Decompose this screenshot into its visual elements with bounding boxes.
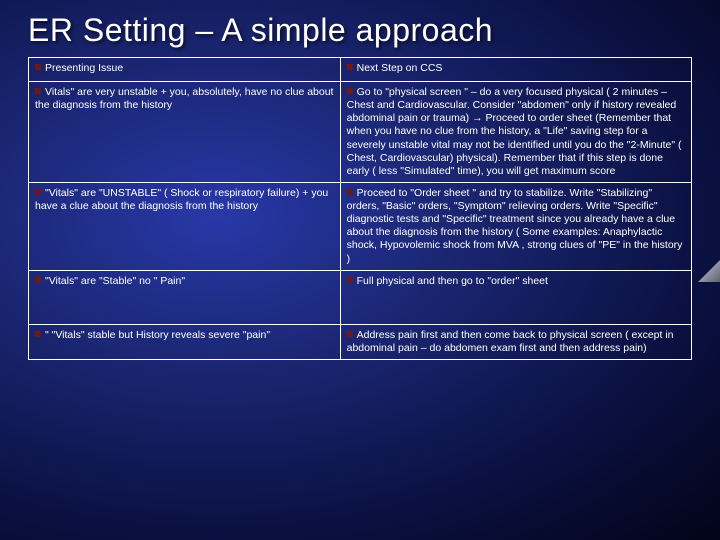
- cell-issue: "Vitals" are "UNSTABLE" ( Shock or respi…: [35, 187, 328, 212]
- header-presenting-issue: Presenting Issue: [29, 58, 341, 82]
- bullet-icon: [347, 64, 353, 70]
- cell-step: Go to "physical screen " – do a very foc…: [347, 86, 682, 177]
- header-right-text: Next Step on CCS: [357, 62, 443, 74]
- bullet-icon: [347, 331, 353, 337]
- bullet-icon: [35, 189, 41, 195]
- cell-step: Full physical and then go to "order" she…: [357, 275, 548, 287]
- bullet-icon: [347, 88, 353, 94]
- cell-issue: Vitals" are very unstable + you, absolut…: [35, 86, 333, 111]
- table-row: "Vitals" are "UNSTABLE" ( Shock or respi…: [29, 182, 692, 270]
- bullet-icon: [35, 331, 41, 337]
- bullet-icon: [35, 88, 41, 94]
- table-header-row: Presenting Issue Next Step on CCS: [29, 58, 692, 82]
- bullet-icon: [347, 277, 353, 283]
- cell-step: Address pain first and then come back to…: [347, 329, 674, 354]
- page-curl-icon: [698, 260, 720, 282]
- bullet-icon: [347, 189, 353, 195]
- bullet-icon: [35, 64, 41, 70]
- table-row: " "Vitals" stable but History reveals se…: [29, 324, 692, 359]
- bullet-icon: [35, 277, 41, 283]
- approach-table: Presenting Issue Next Step on CCS Vitals…: [28, 57, 692, 360]
- header-left-text: Presenting Issue: [45, 62, 123, 74]
- table-row: Vitals" are very unstable + you, absolut…: [29, 82, 692, 183]
- header-next-step: Next Step on CCS: [340, 58, 691, 82]
- cell-issue: "Vitals" are "Stable" no " Pain": [45, 275, 185, 287]
- slide-title: ER Setting – A simple approach: [0, 0, 720, 57]
- table-row: "Vitals" are "Stable" no " Pain" Full ph…: [29, 270, 692, 324]
- cell-issue: " "Vitals" stable but History reveals se…: [45, 329, 270, 341]
- cell-step: Proceed to "Order sheet " and try to sta…: [347, 187, 683, 265]
